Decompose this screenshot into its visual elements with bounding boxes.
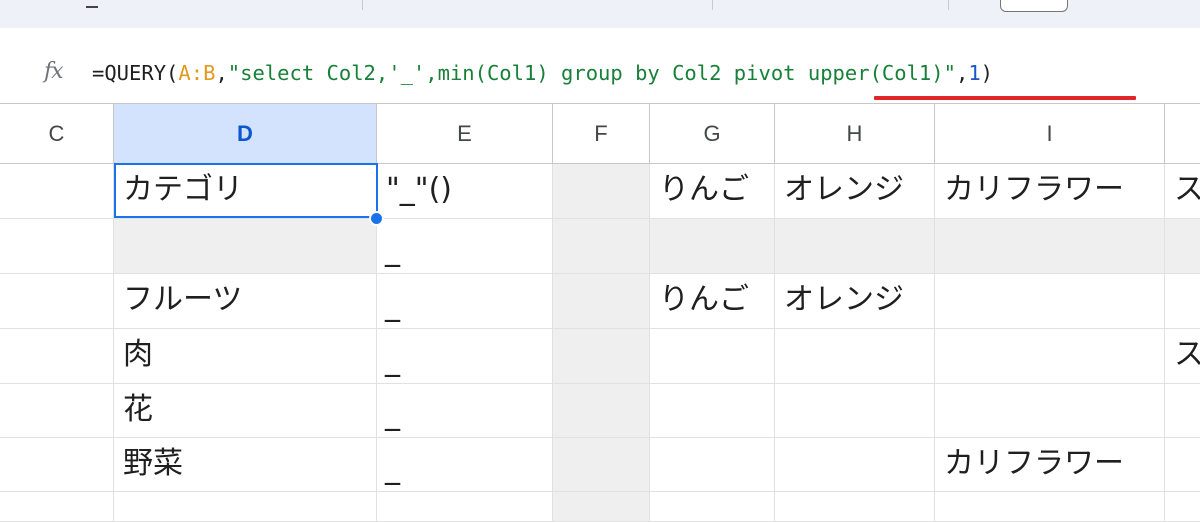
toolbar-divider <box>712 0 713 10</box>
cell[interactable] <box>775 438 935 492</box>
column-header-d[interactable]: D <box>114 104 377 164</box>
column-header-f[interactable]: F <box>553 104 650 164</box>
column-header-g[interactable]: G <box>650 104 775 164</box>
formula-token: A:B <box>178 61 216 85</box>
cell[interactable] <box>1165 274 1200 329</box>
cell[interactable] <box>650 492 775 522</box>
cell[interactable]: フルーツ <box>114 274 377 329</box>
toolbar <box>0 0 1200 28</box>
cell[interactable] <box>553 274 650 329</box>
column-header-i[interactable]: I <box>935 104 1165 164</box>
cell[interactable] <box>553 219 650 274</box>
cell[interactable] <box>650 438 775 492</box>
cell-value: _ <box>385 343 400 378</box>
cell[interactable] <box>935 219 1165 274</box>
toolbar-divider <box>362 0 363 10</box>
cell[interactable] <box>0 329 114 384</box>
cell[interactable]: ス <box>1165 164 1200 219</box>
cell[interactable]: _ <box>377 274 553 329</box>
cell[interactable] <box>1165 492 1200 522</box>
cell[interactable] <box>377 492 553 522</box>
cell[interactable]: 野菜 <box>114 438 377 492</box>
cell[interactable] <box>0 164 114 219</box>
cell[interactable]: "_"() <box>377 164 553 219</box>
cell[interactable]: オレンジ <box>775 274 935 329</box>
cell[interactable]: 花 <box>114 384 377 438</box>
cell[interactable]: ス <box>1165 329 1200 384</box>
cell[interactable] <box>553 329 650 384</box>
column-header-c[interactable]: C <box>0 104 114 164</box>
cell-value: _ <box>385 397 400 432</box>
toolbar-button[interactable] <box>1000 0 1068 12</box>
cell[interactable] <box>553 438 650 492</box>
column-header-h[interactable]: H <box>775 104 935 164</box>
toolbar-icon[interactable] <box>86 0 98 8</box>
cell[interactable] <box>0 219 114 274</box>
cell[interactable] <box>775 329 935 384</box>
formula-token: , <box>215 61 228 85</box>
formula-token: "select Col2,'_',min(Col1) group by Col2… <box>227 61 956 85</box>
column-header-e[interactable]: E <box>377 104 553 164</box>
cell[interactable]: カリフラワー <box>935 438 1165 492</box>
cell[interactable]: りんご <box>650 274 775 329</box>
formula-token: ) <box>980 61 993 85</box>
fill-handle[interactable] <box>369 211 384 226</box>
cell[interactable] <box>0 274 114 329</box>
cell[interactable] <box>0 438 114 492</box>
cell[interactable] <box>1165 219 1200 274</box>
cell[interactable] <box>650 384 775 438</box>
cell[interactable]: オレンジ <box>775 164 935 219</box>
cell-value: _ <box>385 451 400 486</box>
cell[interactable] <box>553 384 650 438</box>
cell[interactable] <box>775 492 935 522</box>
cell[interactable]: カリフラワー <box>935 164 1165 219</box>
cell-value: _ <box>385 233 400 268</box>
formula-token: =QUERY( <box>92 61 179 85</box>
cell[interactable] <box>553 164 650 219</box>
formula-bar: fx =QUERY(A:B,"select Col2,'_',min(Col1)… <box>0 45 1200 104</box>
cell[interactable] <box>114 219 377 274</box>
cell[interactable] <box>935 329 1165 384</box>
cell[interactable] <box>0 384 114 438</box>
cell[interactable] <box>553 492 650 522</box>
cell[interactable] <box>935 274 1165 329</box>
cell[interactable] <box>1165 384 1200 438</box>
formula-token: , <box>955 61 969 85</box>
cell[interactable]: _ <box>377 384 553 438</box>
cell[interactable]: りんご <box>650 164 775 219</box>
cell[interactable]: 肉 <box>114 329 377 384</box>
cell[interactable]: _ <box>377 438 553 492</box>
column-header-next[interactable] <box>1165 104 1200 164</box>
cell[interactable] <box>0 492 114 522</box>
cell[interactable] <box>650 219 775 274</box>
toolbar-divider <box>948 0 949 10</box>
cell[interactable] <box>935 492 1165 522</box>
formula-token: 1 <box>968 61 981 85</box>
cell[interactable] <box>775 219 935 274</box>
cell[interactable] <box>650 329 775 384</box>
highlight-underline <box>874 96 1136 100</box>
cell[interactable]: _ <box>377 329 553 384</box>
cell[interactable]: _ <box>377 219 553 274</box>
formula-input[interactable]: =QUERY(A:B,"select Col2,'_',min(Col1) gr… <box>92 58 993 88</box>
fx-icon: fx <box>44 59 64 84</box>
spreadsheet-grid: CDEFGHIカテゴリ"_"()りんごオレンジカリフラワース_フルーツ_りんごオ… <box>0 104 1200 522</box>
cell[interactable]: カテゴリ <box>114 164 377 219</box>
cell[interactable] <box>935 384 1165 438</box>
cell[interactable] <box>775 384 935 438</box>
cell-value: _ <box>385 288 400 323</box>
cell[interactable] <box>1165 438 1200 492</box>
cell[interactable] <box>114 492 377 522</box>
